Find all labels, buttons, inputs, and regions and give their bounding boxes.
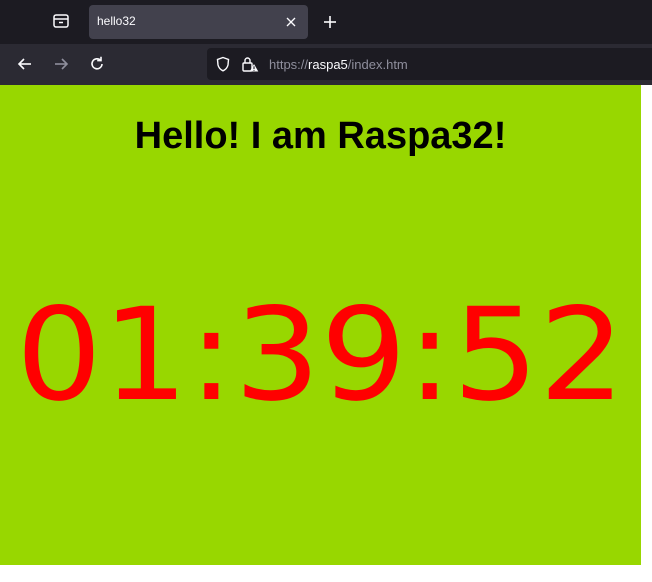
lock-warning-icon[interactable]: [241, 55, 259, 73]
tracking-protection-shield-icon[interactable]: [215, 56, 231, 72]
forward-icon[interactable]: [52, 55, 70, 73]
new-tab-icon[interactable]: [320, 12, 340, 32]
firefox-view-button[interactable]: [46, 6, 76, 36]
tab-hello32[interactable]: hello32: [89, 5, 308, 39]
url-scheme: https://: [269, 57, 309, 72]
clock-display: 01:39:52: [15, 281, 626, 430]
back-icon[interactable]: [16, 55, 34, 73]
reload-icon[interactable]: [88, 55, 106, 73]
page-content: Hello! I am Raspa32! 01:39:52: [0, 85, 641, 565]
firefox-view-icon: [53, 14, 69, 28]
url-text[interactable]: https://raspa5/index.htm: [269, 57, 408, 72]
tab-title: hello32: [97, 14, 136, 28]
url-path: /index.htm: [347, 57, 408, 72]
url-host: raspa5: [308, 57, 348, 72]
navigation-toolbar: https://raspa5/index.htm: [0, 44, 652, 85]
address-bar[interactable]: https://raspa5/index.htm: [207, 48, 652, 80]
tab-strip: hello32: [0, 0, 652, 44]
close-icon[interactable]: [284, 15, 298, 29]
page-heading: Hello! I am Raspa32!: [134, 115, 507, 157]
